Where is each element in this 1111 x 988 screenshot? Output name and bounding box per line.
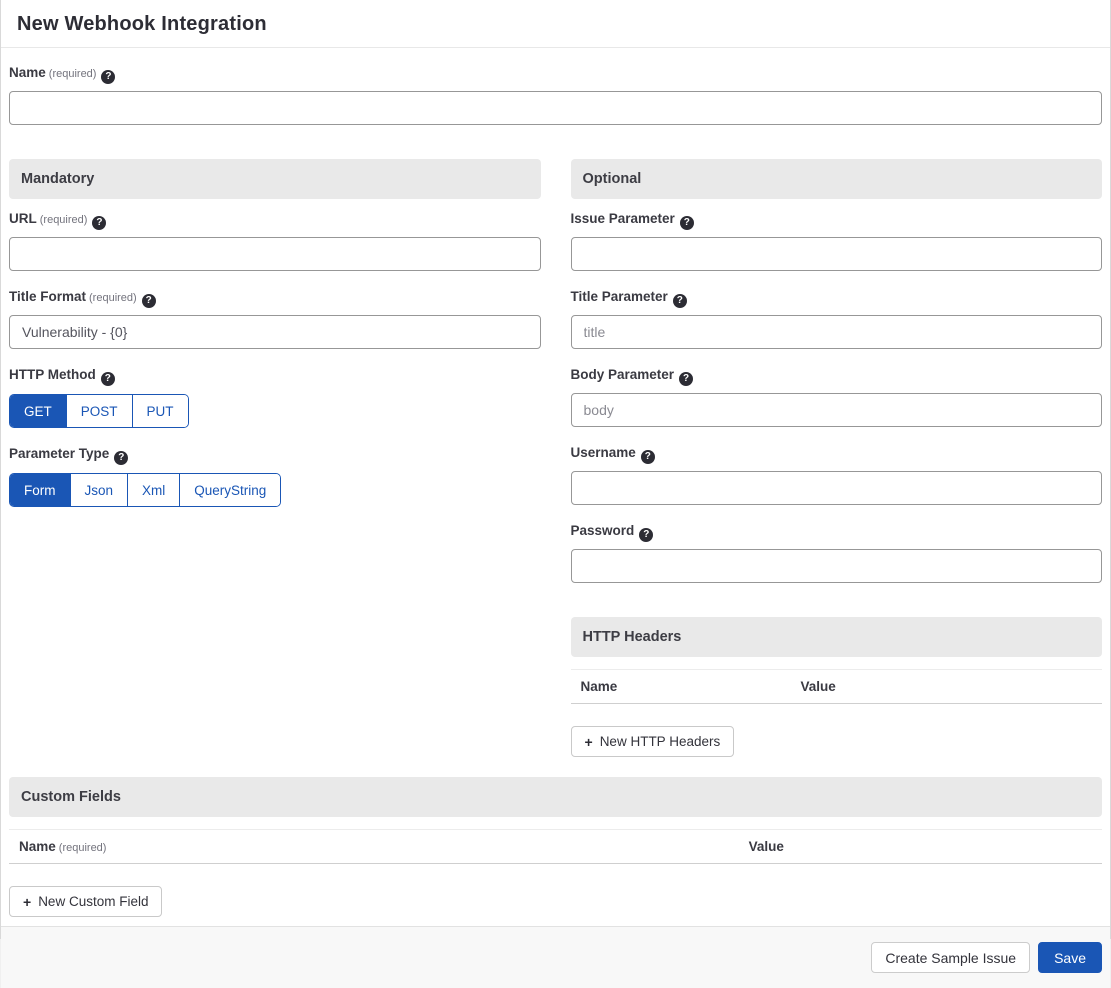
- http-method-button-group: GET POST PUT: [9, 394, 189, 428]
- new-http-headers-button-label: New HTTP Headers: [600, 734, 721, 749]
- parameter-type-form-button[interactable]: Form: [10, 474, 70, 506]
- help-icon[interactable]: ?: [92, 216, 106, 230]
- help-icon[interactable]: ?: [101, 70, 115, 84]
- new-custom-field-button[interactable]: + New Custom Field: [9, 886, 162, 917]
- new-webhook-integration-card: New Webhook Integration Name(required)? …: [0, 0, 1111, 939]
- custom-fields-name-column-header: Name(required): [19, 839, 749, 854]
- new-http-headers-button[interactable]: + New HTTP Headers: [571, 726, 735, 757]
- parameter-type-label: Parameter Type?: [9, 446, 541, 465]
- help-icon[interactable]: ?: [680, 216, 694, 230]
- http-headers-value-column-header: Value: [800, 679, 1092, 694]
- required-hint: (required): [40, 214, 88, 226]
- required-hint: (required): [89, 292, 137, 304]
- parameter-type-button-group: Form Json Xml QueryString: [9, 473, 281, 507]
- help-icon[interactable]: ?: [639, 528, 653, 542]
- username-input[interactable]: [571, 471, 1103, 505]
- optional-section-header: Optional: [571, 159, 1103, 199]
- custom-fields-value-column-header: Value: [749, 839, 1092, 854]
- custom-fields-section: Custom Fields Name(required) Value + New…: [9, 777, 1102, 926]
- http-method-post-button[interactable]: POST: [66, 395, 132, 427]
- page-title: New Webhook Integration: [17, 13, 1094, 36]
- http-headers-section-header: HTTP Headers: [571, 617, 1103, 657]
- title-parameter-field-group: Title Parameter?: [571, 289, 1103, 349]
- issue-parameter-label: Issue Parameter?: [571, 211, 1103, 230]
- parameter-type-field-group: Parameter Type? Form Json Xml QueryStrin…: [9, 446, 541, 507]
- password-input[interactable]: [571, 549, 1103, 583]
- password-field-group: Password?: [571, 523, 1103, 583]
- help-icon[interactable]: ?: [641, 450, 655, 464]
- http-method-field-group: HTTP Method? GET POST PUT: [9, 367, 541, 428]
- name-label: Name(required)?: [9, 65, 1102, 84]
- issue-parameter-input[interactable]: [571, 237, 1103, 271]
- mandatory-section-header: Mandatory: [9, 159, 541, 199]
- http-headers-table-header: Name Value: [571, 669, 1103, 704]
- title-parameter-label: Title Parameter?: [571, 289, 1103, 308]
- required-hint: (required): [59, 842, 107, 854]
- title-format-label: Title Format(required)?: [9, 289, 541, 308]
- body-parameter-field-group: Body Parameter?: [571, 367, 1103, 427]
- help-icon[interactable]: ?: [101, 372, 115, 386]
- http-method-get-button[interactable]: GET: [10, 395, 66, 427]
- required-hint: (required): [49, 68, 97, 80]
- url-field-group: URL(required)?: [9, 211, 541, 271]
- card-header: New Webhook Integration: [1, 0, 1110, 48]
- help-icon[interactable]: ?: [679, 372, 693, 386]
- spacer: [9, 917, 1102, 926]
- title-format-input[interactable]: [9, 315, 541, 349]
- custom-fields-table-header: Name(required) Value: [9, 829, 1102, 864]
- card-body: Name(required)? Mandatory URL(required)?…: [1, 48, 1110, 926]
- url-input[interactable]: [9, 237, 541, 271]
- username-field-group: Username?: [571, 445, 1103, 505]
- plus-icon: +: [585, 734, 593, 750]
- http-method-label: HTTP Method?: [9, 367, 541, 386]
- card-footer: Create Sample Issue Save: [1, 926, 1110, 988]
- plus-icon: +: [23, 894, 31, 910]
- two-column-layout: Mandatory URL(required)? Title Format(re…: [9, 159, 1102, 757]
- issue-parameter-field-group: Issue Parameter?: [571, 211, 1103, 271]
- help-icon[interactable]: ?: [673, 294, 687, 308]
- parameter-type-querystring-button[interactable]: QueryString: [179, 474, 280, 506]
- parameter-type-xml-button[interactable]: Xml: [127, 474, 179, 506]
- password-label: Password?: [571, 523, 1103, 542]
- name-input[interactable]: [9, 91, 1102, 125]
- title-format-field-group: Title Format(required)?: [9, 289, 541, 349]
- http-headers-section: HTTP Headers Name Value + New HTTP Heade…: [571, 617, 1103, 757]
- create-sample-issue-button[interactable]: Create Sample Issue: [871, 942, 1030, 973]
- http-headers-name-column-header: Name: [581, 679, 801, 694]
- mandatory-column: Mandatory URL(required)? Title Format(re…: [9, 159, 541, 525]
- custom-fields-section-header: Custom Fields: [9, 777, 1102, 817]
- save-button[interactable]: Save: [1038, 942, 1102, 973]
- title-parameter-input[interactable]: [571, 315, 1103, 349]
- body-parameter-input[interactable]: [571, 393, 1103, 427]
- url-label: URL(required)?: [9, 211, 541, 230]
- name-field-group: Name(required)?: [9, 65, 1102, 125]
- body-parameter-label: Body Parameter?: [571, 367, 1103, 386]
- username-label: Username?: [571, 445, 1103, 464]
- help-icon[interactable]: ?: [114, 451, 128, 465]
- new-custom-field-button-label: New Custom Field: [38, 894, 148, 909]
- optional-column: Optional Issue Parameter? Title Paramete…: [571, 159, 1103, 757]
- help-icon[interactable]: ?: [142, 294, 156, 308]
- parameter-type-json-button[interactable]: Json: [70, 474, 128, 506]
- http-method-put-button[interactable]: PUT: [132, 395, 188, 427]
